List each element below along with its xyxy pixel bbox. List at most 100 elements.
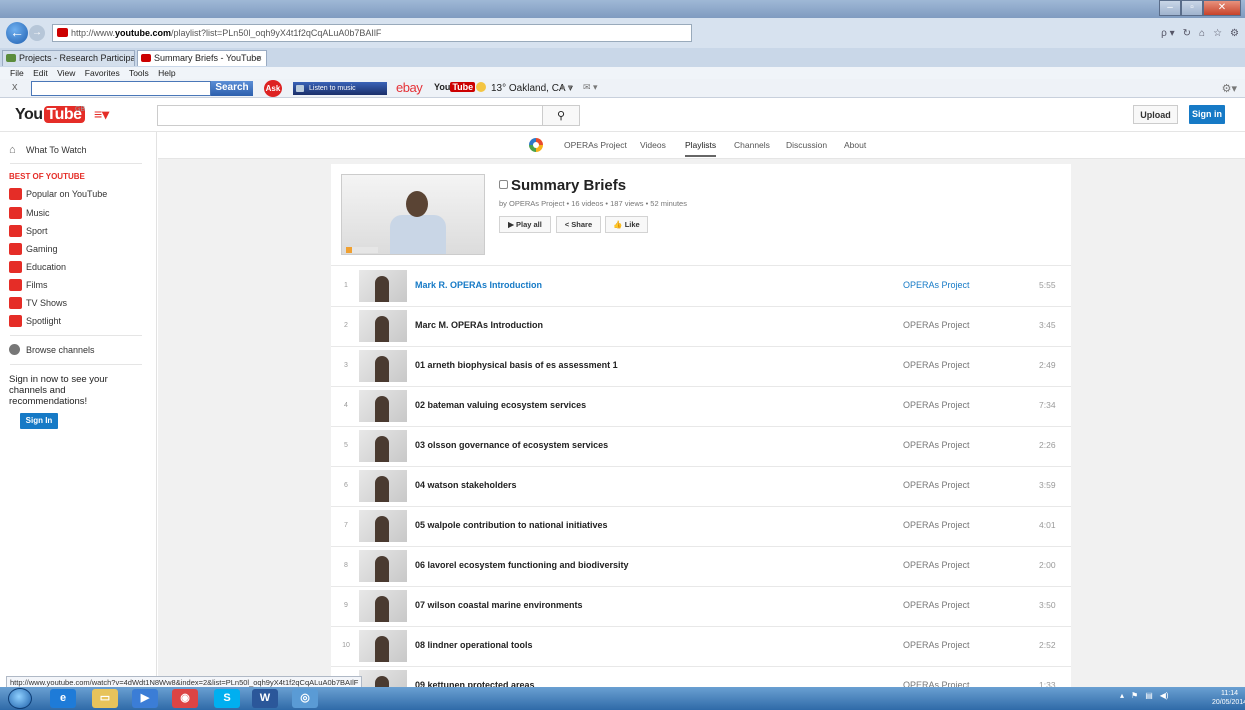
toolbar-close-icon[interactable]: x [12,81,18,93]
toolbar-search-input[interactable] [31,81,211,96]
playlist-video-row[interactable]: 1109 kettunen protected areasOPERAs Proj… [331,667,1071,687]
tray-expand-icon[interactable]: ▴ [1120,691,1124,700]
guide-item-music[interactable]: Music [9,206,50,220]
minimize-button[interactable]: – [1159,0,1181,16]
video-owner-link[interactable]: OPERAs Project [903,640,970,650]
video-thumbnail[interactable] [359,470,407,502]
refresh-icon[interactable]: ↻ [1183,28,1191,39]
tab-channel-home[interactable]: OPERAs Project [564,140,627,150]
url-input[interactable]: http://www.youtube.com/playlist?list=PLn… [52,24,692,42]
settings-gear-icon[interactable]: ⚙ [1230,28,1239,39]
playlist-thumbnail[interactable] [341,174,485,255]
video-thumbnail[interactable] [359,670,407,687]
video-thumbnail[interactable] [359,590,407,622]
guide-sign-in-button[interactable]: Sign In [20,413,58,429]
mail-icon[interactable]: ✉ ▾ [583,82,598,92]
guide-item-sport[interactable]: Sport [9,224,48,238]
video-thumbnail[interactable] [359,430,407,462]
video-owner-link[interactable]: OPERAs Project [903,440,970,450]
play-all-button[interactable]: ▶ Play all [499,216,551,233]
playlist-video-row[interactable]: 9 07 wilson coastal marine environments OP… [331,587,1071,627]
video-thumbnail[interactable] [359,550,407,582]
tab-channels[interactable]: Channels [734,140,770,150]
volume-icon[interactable]: ◀) [1160,691,1169,700]
video-title-link[interactable]: 06 lavorel ecosystem functioning and bio… [415,560,629,570]
word-taskbar-icon[interactable]: W [252,689,278,708]
video-owner-link[interactable]: OPERAs Project [903,560,970,570]
other-app-taskbar-icon[interactable]: ◎ [292,689,318,708]
video-title-link[interactable]: 07 wilson coastal marine environments [415,600,583,610]
video-thumbnail[interactable] [359,630,407,662]
menu-file[interactable]: File [10,68,24,78]
video-owner-link[interactable]: OPERAs Project [903,400,970,410]
listen-to-music-button[interactable]: Listen to music [293,82,387,95]
start-button[interactable] [8,688,32,709]
toolbar-search-button[interactable]: Search [211,81,253,96]
tab-summary-briefs[interactable]: Summary Briefs - YouTube × [137,50,267,66]
menu-help[interactable]: Help [158,68,175,78]
tab-discussion[interactable]: Discussion [786,140,827,150]
guide-item-education[interactable]: Education [9,260,66,274]
close-window-button[interactable]: ✕ [1203,0,1241,16]
video-thumbnail[interactable] [359,350,407,382]
video-title-link[interactable]: 03 olsson governance of ecosystem servic… [415,440,608,450]
guide-menu-icon[interactable]: ≡▾ [94,106,109,123]
video-title-link[interactable]: 09 kettunen protected areas [415,680,535,687]
video-owner-link[interactable]: OPERAs Project [903,280,970,290]
tab-playlists[interactable]: Playlists [685,140,717,157]
menu-favorites[interactable]: Favorites [85,68,120,78]
ask-logo-icon[interactable]: Ask [264,80,282,97]
menu-edit[interactable]: Edit [33,68,48,78]
forward-button[interactable]: → [29,25,45,41]
video-thumbnail[interactable] [359,310,407,342]
video-owner-link[interactable]: OPERAs Project [903,480,970,490]
media-player-taskbar-icon[interactable]: ▶ [132,689,158,708]
like-button[interactable]: 👍 Like [605,216,648,233]
video-owner-link[interactable]: OPERAs Project [903,320,970,330]
toolbar-options-icon[interactable]: ⚙▾ [1222,82,1237,95]
video-thumbnail[interactable] [359,390,407,422]
back-button[interactable]: ← [6,22,28,44]
menu-view[interactable]: View [57,68,75,78]
video-title-link[interactable]: 04 watson stakeholders [415,480,517,490]
video-thumbnail[interactable] [359,510,407,542]
weather-widget[interactable]: 13° Oakland, CA ▾ [476,82,573,94]
toolbar-youtube-link[interactable]: You Tube [434,82,476,92]
chrome-taskbar-icon[interactable]: ◉ [172,689,198,708]
youtube-search-input[interactable] [157,105,543,126]
search-dropdown-icon[interactable]: ρ ▾ [1161,28,1175,39]
tab-projects[interactable]: Projects - Research Participant ... [2,50,135,66]
internet-explorer-taskbar-icon[interactable]: e [50,689,76,708]
playlist-video-row[interactable]: 8 06 lavorel ecosystem functioning and bi… [331,547,1071,587]
favorites-star-icon[interactable]: ☆ [1213,28,1222,39]
playlist-video-row[interactable]: 5 03 olsson governance of ecosystem servi… [331,427,1071,467]
playlist-video-row[interactable]: 7 05 walpole contribution to national ini… [331,507,1071,547]
video-title-link[interactable]: 05 walpole contribution to national init… [415,520,608,530]
flag-icon[interactable]: ⚑ [1131,691,1138,700]
file-explorer-taskbar-icon[interactable]: ▭ [92,689,118,708]
ebay-link[interactable]: ebay [396,80,423,95]
guide-browse-channels[interactable]: Browse channels [9,343,95,357]
tab-videos[interactable]: Videos [640,140,666,150]
search-icon[interactable]: ⚲ [543,105,580,126]
playlist-video-row[interactable]: 2 Marc M. OPERAs Introduction OPERAs Proje… [331,307,1071,347]
tab-about[interactable]: About [844,140,866,150]
news-icon[interactable]: ● ▾ [560,82,572,92]
upload-button[interactable]: Upload [1133,105,1178,124]
playlist-video-row[interactable]: 6 04 watson stakeholders OPERAs Project 3:5… [331,467,1071,507]
menu-tools[interactable]: Tools [129,68,149,78]
playlist-video-row[interactable]: 1 Mark R. OPERAs Introduction OPERAs Proje… [331,267,1071,307]
guide-item-tv-shows[interactable]: TV Shows [9,296,67,310]
video-thumbnail[interactable] [359,270,407,302]
skype-taskbar-icon[interactable]: S [214,689,240,708]
guide-item-spotlight[interactable]: Spotlight [9,314,61,328]
share-button[interactable]: < Share [556,216,601,233]
playlist-video-row[interactable]: 10 08 lindner operational tools OPERAs Pro… [331,627,1071,667]
video-title-link[interactable]: Mark R. OPERAs Introduction [415,280,542,290]
video-owner-link[interactable]: OPERAs Project [903,360,970,370]
sign-in-button[interactable]: Sign in [1189,105,1225,124]
taskbar-clock[interactable]: 11:14 20/05/2014 [1212,689,1245,707]
video-owner-link[interactable]: OPERAs Project [903,600,970,610]
guide-item-gaming[interactable]: Gaming [9,242,58,256]
guide-what-to-watch[interactable]: ⌂ What To Watch [9,143,87,157]
